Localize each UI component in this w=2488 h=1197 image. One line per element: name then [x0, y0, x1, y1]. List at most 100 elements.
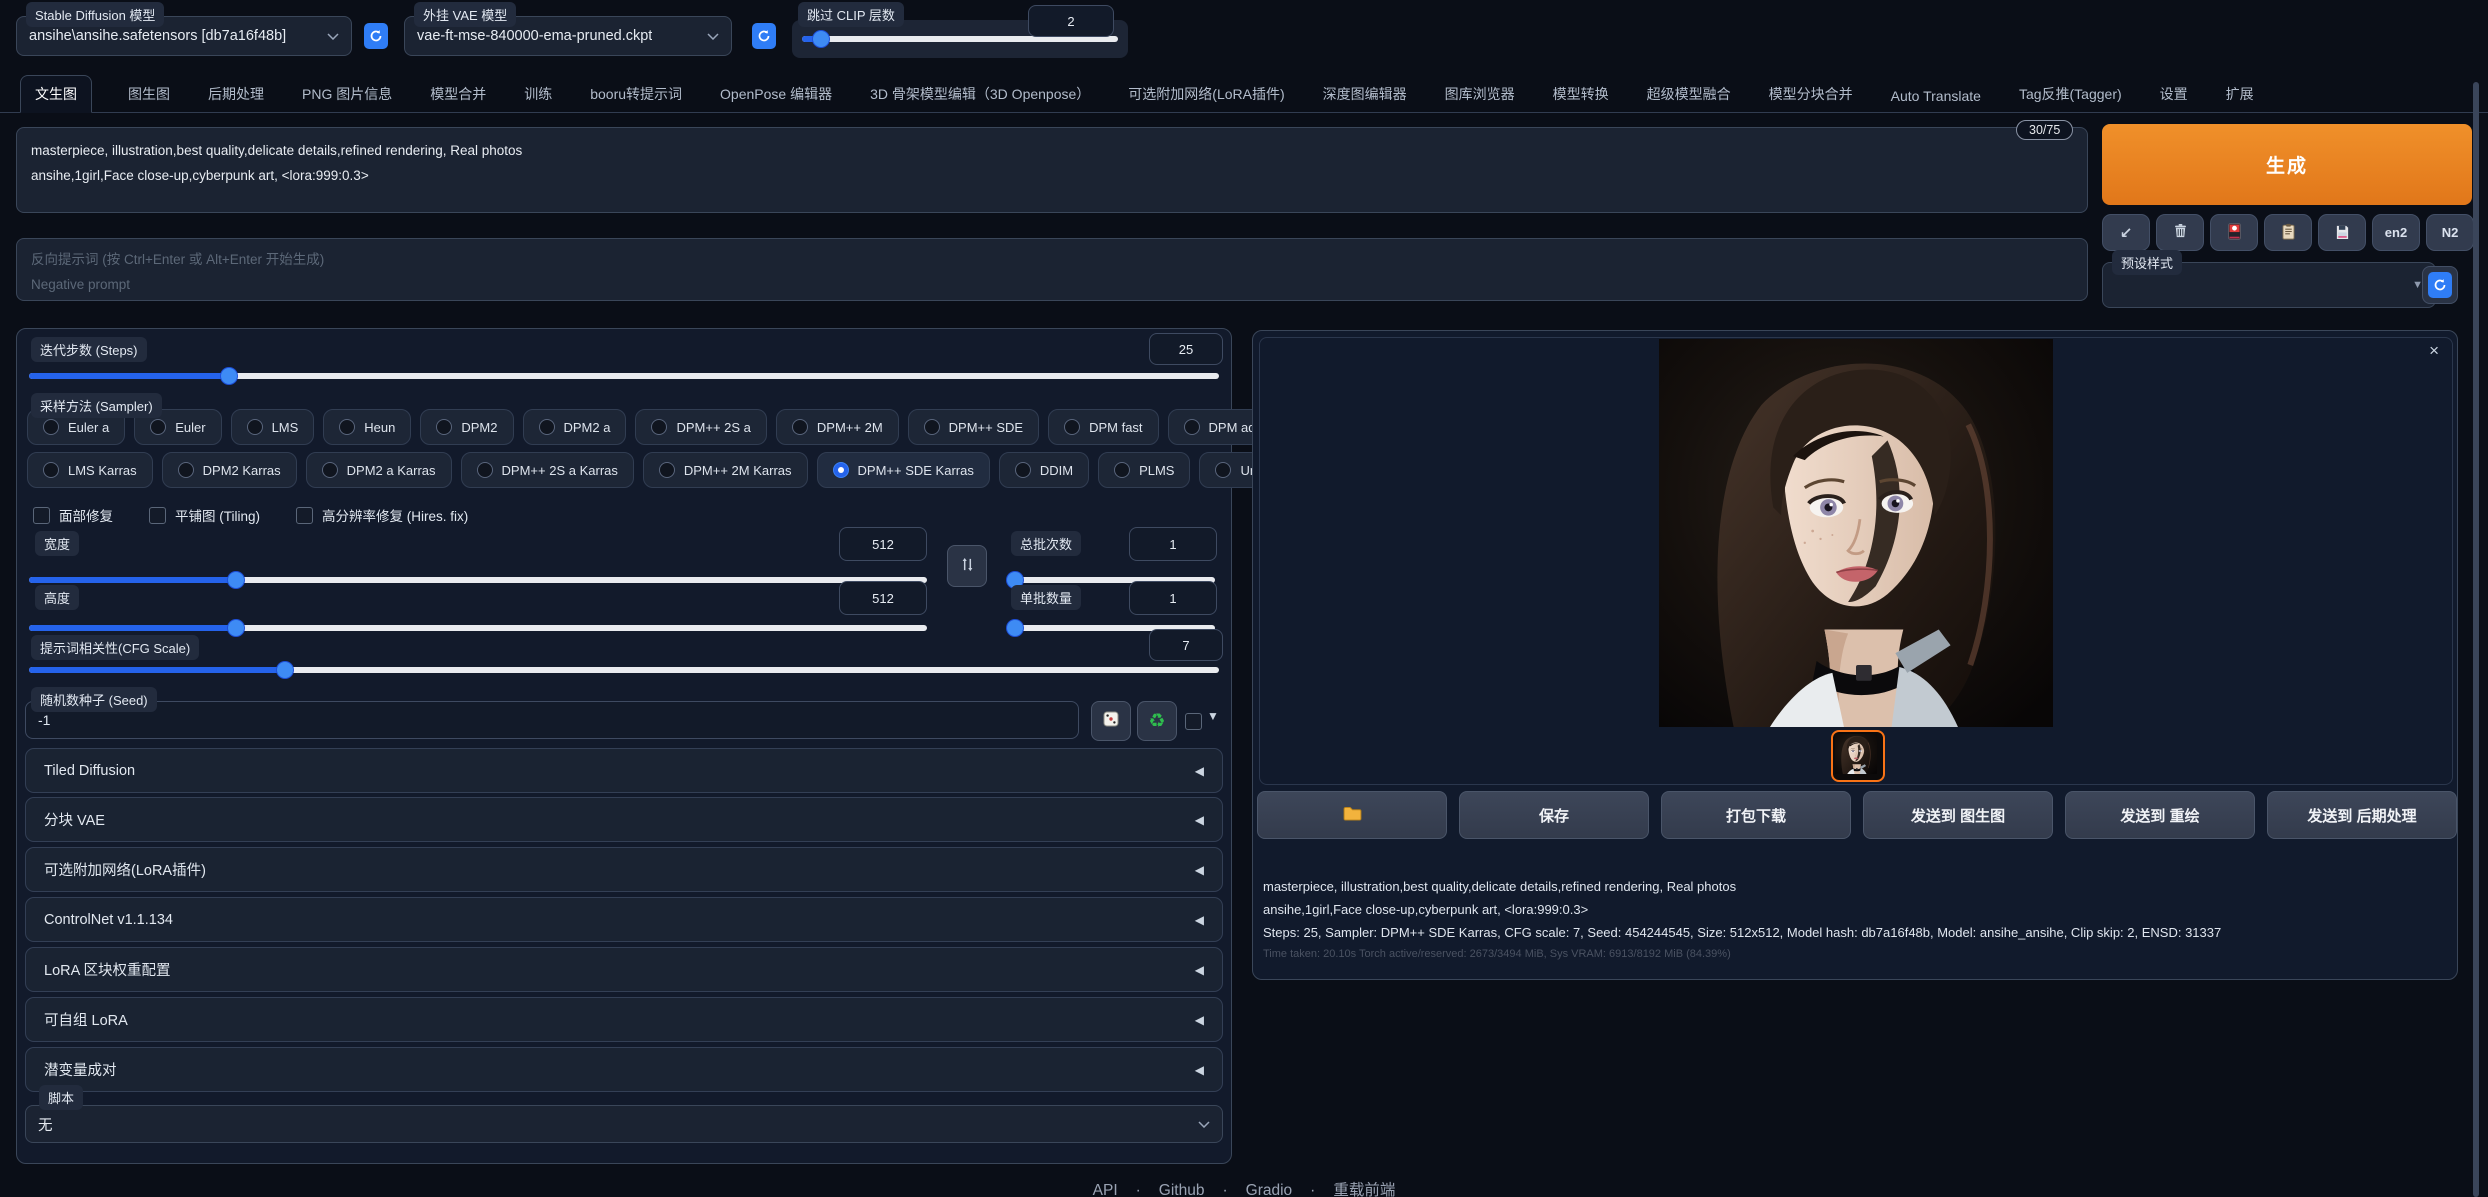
slider-thumb[interactable]: [813, 31, 829, 47]
paste-params-button[interactable]: ↙: [2102, 214, 2150, 251]
slider-thumb[interactable]: [277, 662, 293, 678]
tab-settings[interactable]: 设置: [2158, 76, 2190, 112]
refresh-styles-button[interactable]: [2422, 266, 2458, 304]
footer-link-gradio[interactable]: Gradio: [1246, 1182, 1293, 1197]
tiling-checkbox[interactable]: 平铺图 (Tiling): [149, 505, 260, 525]
cfg-scale-value[interactable]: 7: [1149, 629, 1223, 661]
tab-super-merger[interactable]: 超级模型融合: [1645, 76, 1733, 112]
open-folder-button[interactable]: [1257, 791, 1447, 839]
send-to-img2img-button[interactable]: 发送到 图生图: [1863, 791, 2053, 839]
sampler-lms[interactable]: LMS: [231, 409, 315, 445]
accordion-latent-couple[interactable]: 潜变量成对◀: [25, 1047, 1223, 1092]
footer-link-github[interactable]: Github: [1159, 1182, 1205, 1197]
vae-refresh-button[interactable]: [752, 23, 776, 49]
tab-additional-networks[interactable]: 可选附加网络(LoRA插件): [1126, 76, 1286, 112]
footer-link-reload-ui[interactable]: 重载前端: [1333, 1182, 1395, 1197]
cfg-scale-slider[interactable]: [29, 667, 1219, 673]
steps-slider[interactable]: [29, 373, 1219, 379]
zip-download-button[interactable]: 打包下载: [1661, 791, 1851, 839]
hires-fix-checkbox[interactable]: 高分辨率修复 (Hires. fix): [296, 505, 468, 525]
tab-checkpoint-merger[interactable]: 模型合并: [428, 76, 488, 112]
sampler-dpm-fast[interactable]: DPM fast: [1048, 409, 1158, 445]
restore-faces-checkbox[interactable]: 面部修复: [33, 505, 113, 525]
reuse-seed-button[interactable]: ♻: [1137, 701, 1177, 741]
sampler-dpmpp-2s-a-karras[interactable]: DPM++ 2S a Karras: [461, 452, 634, 488]
sampler-dpm2-a-karras[interactable]: DPM2 a Karras: [306, 452, 452, 488]
tab-model-converter[interactable]: 模型转换: [1551, 76, 1611, 112]
sampler-dpmpp-sde-karras[interactable]: DPM++ SDE Karras: [817, 452, 990, 488]
en2-button[interactable]: en2: [2372, 214, 2420, 251]
sampler-dpmpp-2m-karras[interactable]: DPM++ 2M Karras: [643, 452, 808, 488]
sampler-dpmpp-sde[interactable]: DPM++ SDE: [908, 409, 1039, 445]
tab-image-browser[interactable]: 图库浏览器: [1443, 76, 1517, 112]
extra-networks-button[interactable]: [2210, 214, 2258, 251]
sampler-dpm2[interactable]: DPM2: [420, 409, 513, 445]
vae-model-value: vae-ft-mse-840000-ema-pruned.ckpt: [417, 28, 652, 44]
tab-img2img[interactable]: 图生图: [126, 76, 172, 112]
sampler-option-label: Euler a: [68, 420, 109, 435]
generate-button[interactable]: 生成: [2102, 124, 2472, 205]
batch-size-value[interactable]: 1: [1129, 581, 1217, 615]
slider-thumb[interactable]: [228, 572, 244, 588]
page-scrollbar[interactable]: [2473, 82, 2479, 1197]
seed-input[interactable]: -1: [25, 701, 1079, 739]
sampler-option-label: DPM++ 2M: [817, 420, 883, 435]
apply-style-button[interactable]: [2264, 214, 2312, 251]
accordion-tiled-diffusion[interactable]: Tiled Diffusion◀: [25, 748, 1223, 793]
sampler-lms-karras[interactable]: LMS Karras: [27, 452, 153, 488]
tab-png-info[interactable]: PNG 图片信息: [300, 76, 394, 112]
negative-prompt-textarea[interactable]: 反向提示词 (按 Ctrl+Enter 或 Alt+Enter 开始生成) Ne…: [16, 238, 2088, 301]
sampler-ddim[interactable]: DDIM: [999, 452, 1089, 488]
tab-depth-editor[interactable]: 深度图编辑器: [1321, 76, 1409, 112]
random-seed-button[interactable]: [1091, 701, 1131, 741]
save-style-button[interactable]: [2318, 214, 2366, 251]
slider-thumb[interactable]: [221, 368, 237, 384]
sd-model-refresh-button[interactable]: [364, 23, 388, 49]
tab-model-toolkit[interactable]: 模型分块合并: [1767, 76, 1855, 112]
gallery-thumbnail[interactable]: [1831, 730, 1885, 782]
sampler-dpm2-karras[interactable]: DPM2 Karras: [162, 452, 297, 488]
accordion-controlnet[interactable]: ControlNet v1.1.134◀: [25, 897, 1223, 942]
send-to-extras-button[interactable]: 发送到 后期处理: [2267, 791, 2457, 839]
accordion-tiled-vae[interactable]: 分块 VAE◀: [25, 797, 1223, 842]
close-gallery-icon[interactable]: ×: [2429, 341, 2439, 361]
width-slider[interactable]: [29, 577, 927, 583]
tab-auto-translate[interactable]: Auto Translate: [1889, 80, 1983, 112]
sampler-heun[interactable]: Heun: [323, 409, 411, 445]
clear-prompt-button[interactable]: [2156, 214, 2204, 251]
height-slider[interactable]: [29, 625, 927, 631]
save-button[interactable]: 保存: [1459, 791, 1649, 839]
accordion-lora-block-weight[interactable]: LoRA 区块权重配置◀: [25, 947, 1223, 992]
swap-dimensions-button[interactable]: [947, 545, 987, 587]
chevron-down-icon: [327, 28, 339, 44]
width-value[interactable]: 512: [839, 527, 927, 561]
clip-skip-value[interactable]: 2: [1028, 5, 1114, 37]
slider-thumb[interactable]: [228, 620, 244, 636]
tab-train[interactable]: 训练: [522, 76, 554, 112]
accordion-additional-networks[interactable]: 可选附加网络(LoRA插件)◀: [25, 847, 1223, 892]
send-to-inpaint-button[interactable]: 发送到 重绘: [2065, 791, 2255, 839]
tab-booru-tag[interactable]: booru转提示词: [588, 76, 684, 112]
slider-thumb[interactable]: [1007, 620, 1023, 636]
n2-button[interactable]: N2: [2426, 214, 2474, 251]
tab-openpose-editor[interactable]: OpenPose 编辑器: [718, 76, 834, 112]
sampler-dpmpp-2m[interactable]: DPM++ 2M: [776, 409, 899, 445]
sampler-plms[interactable]: PLMS: [1098, 452, 1190, 488]
batch-count-value[interactable]: 1: [1129, 527, 1217, 561]
sampler-dpm2-a[interactable]: DPM2 a: [523, 409, 627, 445]
accordion-composable-lora[interactable]: 可自组 LoRA◀: [25, 997, 1223, 1042]
tab-tagger[interactable]: Tag反推(Tagger): [2017, 76, 2124, 112]
tab-3d-openpose[interactable]: 3D 骨架模型编辑（3D Openpose）: [868, 76, 1092, 112]
generated-image[interactable]: [1659, 339, 2053, 727]
tab-extras[interactable]: 后期处理: [206, 76, 266, 112]
prompt-textarea[interactable]: masterpiece, illustration,best quality,d…: [16, 127, 2088, 213]
footer-link-api[interactable]: API: [1093, 1182, 1118, 1197]
seed-extra-checkbox[interactable]: [1185, 713, 1202, 730]
height-value[interactable]: 512: [839, 581, 927, 615]
seed-extra-caret-icon[interactable]: ▼: [1207, 709, 1219, 723]
sampler-dpmpp-2s-a[interactable]: DPM++ 2S a: [635, 409, 766, 445]
tab-extensions[interactable]: 扩展: [2224, 76, 2256, 112]
tab-txt2img[interactable]: 文生图: [20, 75, 92, 113]
script-dropdown[interactable]: 无: [25, 1105, 1223, 1143]
steps-value[interactable]: 25: [1149, 333, 1223, 365]
